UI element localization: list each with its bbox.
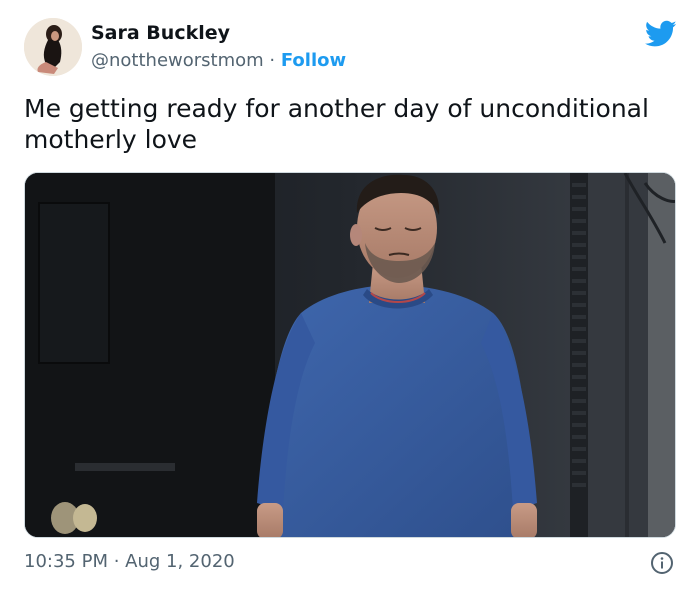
twitter-bird-icon[interactable] (644, 20, 677, 48)
tweet-date: Aug 1, 2020 (125, 551, 235, 572)
follow-button[interactable]: Follow (281, 50, 346, 71)
tweet-card: Sara Buckley @nottheworstmom · Follow Me… (0, 0, 700, 596)
info-icon[interactable] (650, 551, 674, 575)
tweet-time: 10:35 PM (24, 551, 108, 572)
author-name[interactable]: Sara Buckley (91, 22, 230, 44)
tweet-timestamp[interactable]: 10:35 PM · Aug 1, 2020 (24, 551, 235, 572)
handle-separator: · (263, 50, 281, 71)
tweet-text: Me getting ready for another day of unco… (24, 94, 649, 154)
tweet-photo[interactable] (24, 172, 676, 538)
author-handle-row: @nottheworstmom · Follow (91, 50, 346, 71)
author-handle[interactable]: @nottheworstmom (91, 50, 264, 71)
avatar[interactable] (24, 18, 82, 76)
timestamp-separator: · (107, 551, 126, 572)
